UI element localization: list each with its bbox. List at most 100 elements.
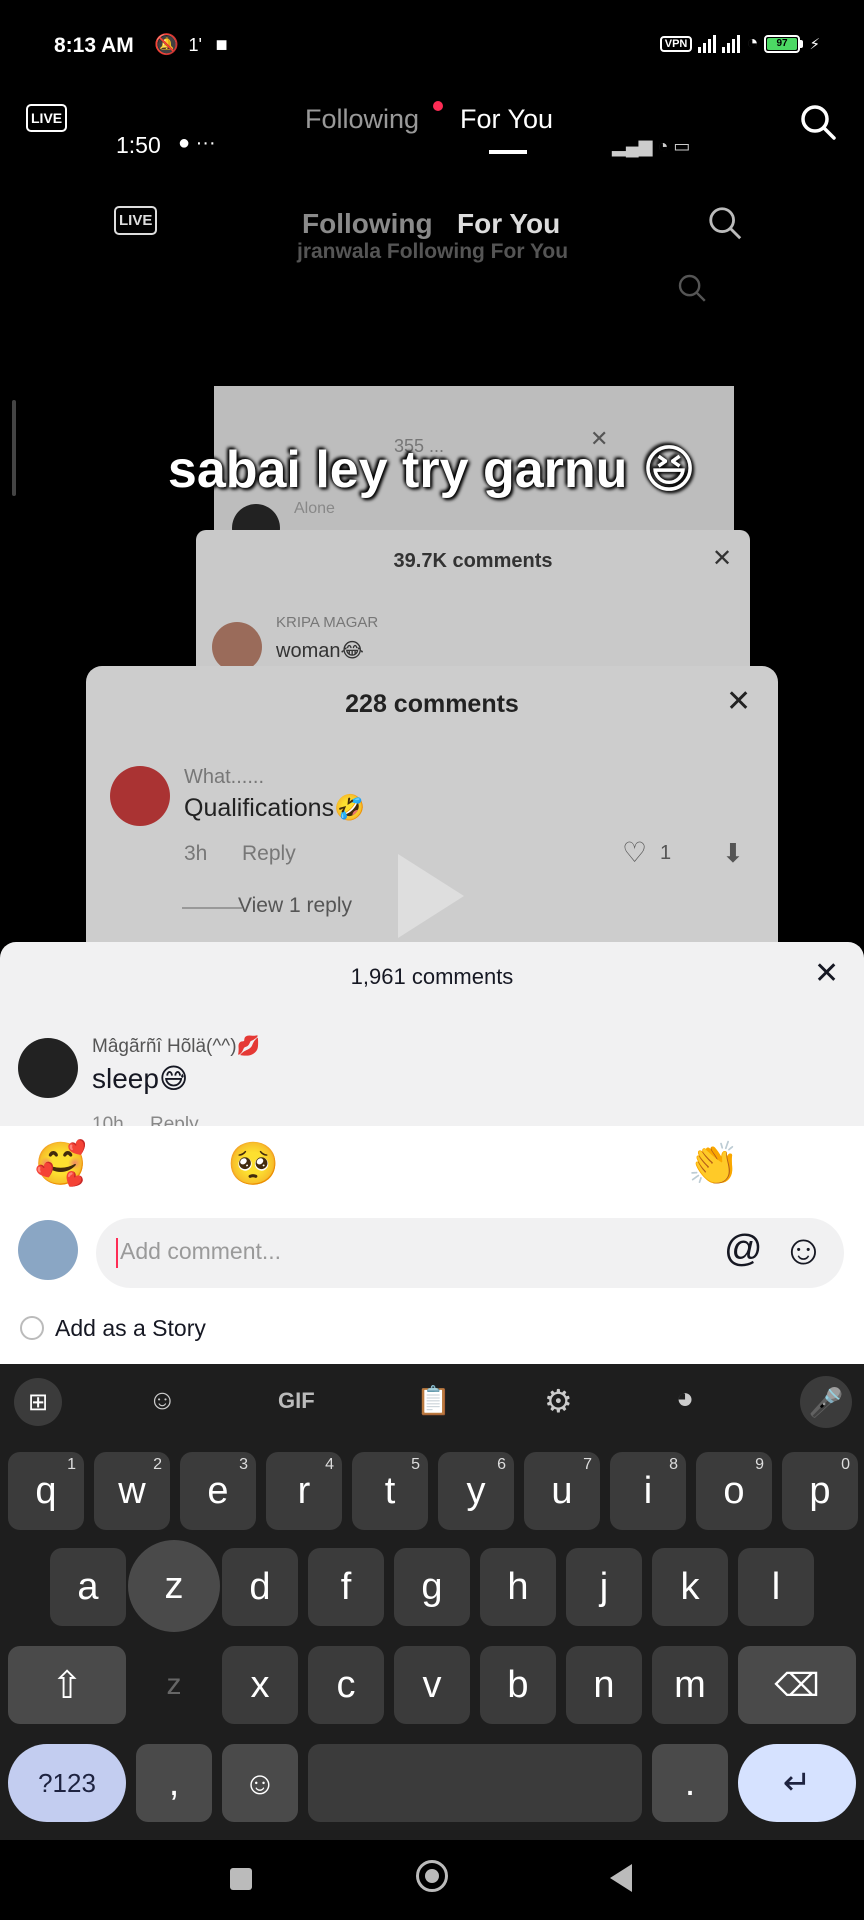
overlay-search-icon-2: [678, 274, 706, 302]
emoji-picker-icon[interactable]: ☺: [782, 1226, 825, 1274]
video-caption: sabai ley try garnu 😆: [167, 441, 697, 499]
overlay-time: 1:50: [116, 132, 161, 158]
status-bar: 8:13 AM 🔕 1' ■ VPN ◔ 97 ⚡: [0, 0, 864, 95]
comment-placeholder: Add comment...: [120, 1238, 282, 1264]
emoji-pleading[interactable]: 🥺: [227, 1140, 279, 1189]
mention-icon[interactable]: @: [724, 1228, 763, 1271]
comment-username[interactable]: Mâgãrñî Hõlä(^^)💋: [92, 1034, 260, 1058]
emoji-flushed[interactable]: 😳: [325, 1140, 369, 1189]
key-b[interactable]: b: [480, 1646, 556, 1724]
key-p[interactable]: p0: [782, 1452, 858, 1530]
key-j[interactable]: j: [566, 1548, 642, 1626]
recents-icon[interactable]: [230, 1868, 252, 1890]
messenger-icon: ● ···: [178, 132, 216, 154]
key-e[interactable]: e3: [180, 1452, 256, 1530]
charging-icon: ⚡: [809, 35, 820, 53]
bell-muted-icon: 🔕: [154, 34, 179, 56]
card-b-close-icon: ✕: [712, 545, 733, 572]
system-nav-bar: [0, 1840, 864, 1920]
apps-icon[interactable]: ⊞: [14, 1378, 62, 1426]
key-i[interactable]: i8: [610, 1452, 686, 1530]
clipboard-icon[interactable]: 📋: [416, 1384, 451, 1417]
key-k[interactable]: k: [652, 1548, 728, 1626]
card-c-text: Qualifications🤣: [184, 794, 366, 822]
key-m[interactable]: m: [652, 1646, 728, 1724]
key-r[interactable]: r4: [266, 1452, 342, 1530]
battery-icon: 97: [764, 34, 804, 53]
key-n[interactable]: n: [566, 1646, 642, 1724]
quick-emoji-row: 🥰 😂 🥺 😳 😅 😏 😭 👏 😌: [0, 1140, 864, 1189]
symbols-key[interactable]: ?123: [8, 1744, 126, 1822]
tab-following[interactable]: Following: [305, 104, 419, 135]
emoji-clap[interactable]: 👏: [688, 1140, 740, 1189]
overlay-ghost-text: jranwala Following For You: [297, 240, 569, 263]
shift-key[interactable]: ⇧: [8, 1646, 126, 1724]
video-icon: ■: [215, 34, 228, 56]
key-z-ghost: z: [166, 1668, 182, 1701]
overlay-tab-for-you: For You: [457, 208, 561, 239]
text-cursor: [116, 1238, 118, 1268]
comment-avatar[interactable]: [18, 1038, 78, 1098]
overlay-status-icons: ▂▄▆ ◔ ▭: [612, 136, 691, 156]
following-notification-dot: [433, 101, 443, 111]
key-l[interactable]: l: [738, 1548, 814, 1626]
overlay-card-c: 228 comments ✕ What...... Qualifications…: [86, 666, 778, 946]
enter-key[interactable]: ↵: [738, 1744, 856, 1822]
card-c-divider: [182, 907, 242, 909]
card-c-close-icon: ✕: [726, 685, 752, 718]
key-x[interactable]: x: [222, 1646, 298, 1724]
key-z-popup[interactable]: z: [128, 1540, 220, 1632]
home-icon[interactable]: [416, 1860, 448, 1892]
sticker-icon[interactable]: ☺: [148, 1384, 177, 1416]
overlay-search-icon: [709, 207, 742, 240]
key-v[interactable]: v: [394, 1646, 470, 1724]
key-d[interactable]: d: [222, 1548, 298, 1626]
keyboard: ⊞ ☺ GIF 📋 ⚙ ◕ 🎤 q1 w2 e3 r4 t5 y6 u7 i8 …: [0, 1364, 864, 1840]
key-f[interactable]: f: [308, 1548, 384, 1626]
key-q[interactable]: q1: [8, 1452, 84, 1530]
card-a-commenter: Alone: [294, 500, 335, 517]
card-b-text: woman😂: [276, 640, 364, 662]
emoji-smirk[interactable]: 😏: [504, 1140, 548, 1189]
card-c-heart-icon: ♡: [622, 837, 648, 868]
mic-icon[interactable]: 🎤: [800, 1376, 852, 1428]
key-w[interactable]: w2: [94, 1452, 170, 1530]
story-option-label[interactable]: Add as a Story: [55, 1315, 206, 1342]
live-button[interactable]: LIVE: [26, 104, 68, 132]
key-y[interactable]: y6: [438, 1452, 514, 1530]
story-checkbox[interactable]: [20, 1316, 44, 1340]
emoji-sob[interactable]: 😭: [593, 1140, 642, 1189]
emoji-joy[interactable]: 😂: [133, 1140, 182, 1189]
card-c-time: 3h: [184, 842, 208, 865]
emoji-relieved[interactable]: 😌: [785, 1140, 829, 1189]
comment-input[interactable]: Add comment... @ ☺: [96, 1218, 844, 1288]
comment-text: sleep😅: [92, 1063, 189, 1094]
key-u[interactable]: u7: [524, 1452, 600, 1530]
status-time: 8:13 AM: [54, 34, 134, 57]
key-h[interactable]: h: [480, 1548, 556, 1626]
card-b-avatar: [212, 622, 262, 672]
close-icon[interactable]: ✕: [814, 956, 839, 991]
emoji-sweat-smile[interactable]: 😅: [414, 1140, 458, 1189]
comma-key[interactable]: ,: [136, 1744, 212, 1822]
my-avatar: [18, 1220, 78, 1280]
back-icon[interactable]: [610, 1864, 632, 1892]
gear-icon[interactable]: ⚙: [544, 1382, 573, 1420]
gif-button[interactable]: GIF: [278, 1388, 315, 1414]
key-o[interactable]: o9: [696, 1452, 772, 1530]
emoji-smiling-hearts[interactable]: 🥰: [35, 1140, 87, 1189]
search-icon[interactable]: [798, 102, 838, 142]
comments-count-title: 1,961 comments: [350, 964, 514, 989]
space-key[interactable]: [308, 1744, 642, 1822]
emoji-key[interactable]: ☺: [222, 1744, 298, 1822]
key-a[interactable]: a: [50, 1548, 126, 1626]
tab-for-you[interactable]: For You: [460, 104, 553, 135]
key-c[interactable]: c: [308, 1646, 384, 1724]
period-key[interactable]: .: [652, 1744, 728, 1822]
key-g[interactable]: g: [394, 1548, 470, 1626]
key-t[interactable]: t5: [352, 1452, 428, 1530]
signal-icon: [698, 34, 717, 53]
palette-icon[interactable]: ◕: [676, 1382, 694, 1416]
backspace-key[interactable]: ⌫: [738, 1646, 856, 1724]
wifi-icon: ◔: [746, 32, 759, 54]
